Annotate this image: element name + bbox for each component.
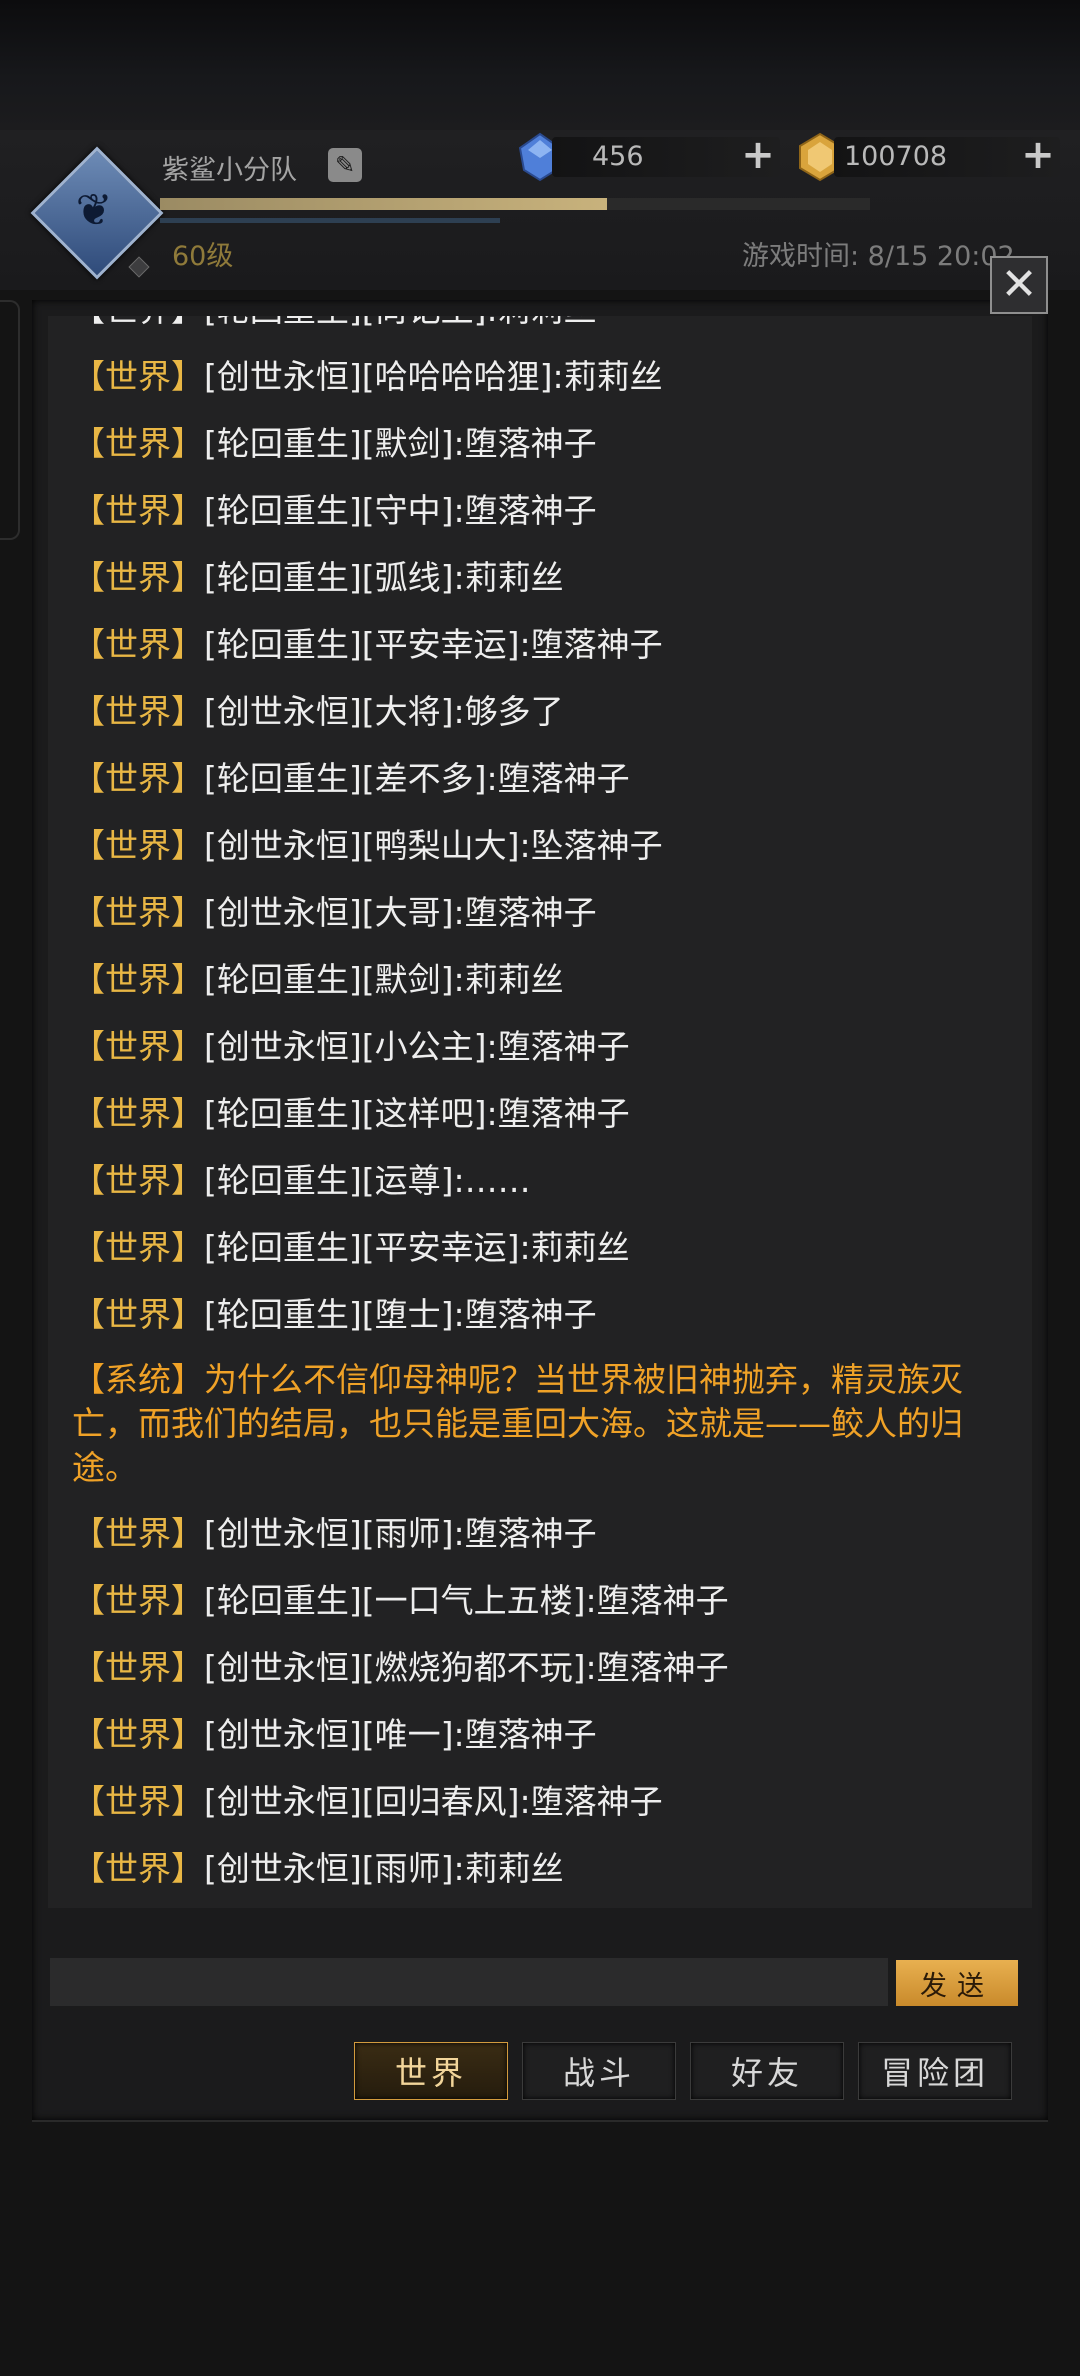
small-diamond-icon — [128, 256, 150, 278]
channel-tag[interactable]: 【世界】 — [72, 1782, 204, 1821]
message-text: [创世永恒][雨师]:莉莉丝 — [204, 1849, 564, 1888]
channel-tag[interactable]: 【世界】 — [72, 558, 204, 597]
channel-tag[interactable]: 【世界】 — [72, 759, 204, 798]
partial-message-text: 【世界】[轮回重生][尚记王]:莉莉丝 — [72, 316, 597, 329]
chat-input[interactable] — [50, 1958, 888, 2006]
message-text: [创世永恒][大哥]:堕落神子 — [204, 893, 597, 932]
team-name: 紫鲨小分队 — [162, 155, 297, 186]
top-background — [0, 0, 1080, 130]
channel-tag[interactable]: 【世界】 — [72, 893, 204, 932]
game-time: 游戏时间: 8/15 20:02 — [742, 241, 1015, 272]
xp-bar-fill — [160, 198, 608, 210]
chat-message: 【世界】[创世永恒][唯一]:堕落神子 — [48, 1701, 1032, 1768]
send-button[interactable]: 发送 — [896, 1960, 1018, 2006]
chat-message: 【世界】[创世永恒][回归春风]:堕落神子 — [48, 1768, 1032, 1835]
chat-log[interactable]: 【世界】[轮回重生][尚记王]:莉莉丝 【世界】[创世永恒][哈哈哈哈狸]:莉莉… — [48, 316, 1032, 1908]
chat-message: 【世界】[创世永恒][鸭梨山大]:坠落神子 — [48, 812, 1032, 879]
chat-message: 【世界】[轮回重生][平安幸运]:莉莉丝 — [48, 1214, 1032, 1281]
add-gold-button[interactable]: + — [1018, 135, 1058, 177]
chat-message: 【世界】[创世永恒][哈哈哈哈狸]:莉莉丝 — [48, 343, 1032, 410]
close-button[interactable]: ✕ — [990, 256, 1048, 314]
side-drawer-handle[interactable] — [0, 300, 20, 540]
chat-message: 【世界】[轮回重生][运尊]:…… — [48, 1147, 1032, 1214]
message-text: [创世永恒][大将]:够多了 — [204, 692, 564, 731]
chat-message: 【世界】[创世永恒][燃烧狗都不玩]:堕落神子 — [48, 1634, 1032, 1701]
message-text: [创世永恒][回归春风]:堕落神子 — [204, 1782, 663, 1821]
message-text: [轮回重生][默剑]:莉莉丝 — [204, 960, 564, 999]
channel-tag[interactable]: 【世界】 — [72, 625, 204, 664]
message-text: [创世永恒][燃烧狗都不玩]:堕落神子 — [204, 1648, 729, 1687]
message-text: [轮回重生][一口气上五楼]:堕落神子 — [204, 1581, 729, 1620]
gold-value: 100708 — [844, 141, 948, 172]
channel-tag[interactable]: 【世界】 — [72, 1228, 204, 1267]
message-text: [创世永恒][哈哈哈哈狸]:莉莉丝 — [204, 357, 663, 396]
channel-tag[interactable]: 【世界】 — [72, 1094, 204, 1133]
close-icon: ✕ — [1000, 259, 1038, 310]
channel-tag[interactable]: 【世界】 — [72, 1715, 204, 1754]
message-text: [创世永恒][唯一]:堕落神子 — [204, 1715, 597, 1754]
chat-message: 【世界】[轮回重生][这样吧]:堕落神子 — [48, 1080, 1032, 1147]
chat-message: 【世界】[创世永恒][雨师]:莉莉丝 — [48, 1835, 1032, 1902]
channel-tag[interactable]: 【世界】 — [72, 1161, 204, 1200]
channel-tag[interactable]: 【世界】 — [72, 826, 204, 865]
chat-message: 【世界】[创世永恒][雨师]:堕落神子 — [48, 1500, 1032, 1567]
gold-counter: 100708 + — [834, 135, 1060, 177]
channel-tag[interactable]: 【世界】 — [72, 1295, 204, 1334]
secondary-bar — [160, 218, 500, 223]
system-message: 【系统】为什么不信仰母神呢？当世界被旧神抛弃，精灵族灭亡，而我们的结局，也只能是… — [72, 1360, 963, 1487]
player-level: 60级 — [172, 241, 234, 272]
chat-message: 【世界】[轮回重生][差不多]:堕落神子 — [48, 745, 1032, 812]
tab-world[interactable]: 世界 — [354, 2042, 508, 2100]
message-text: [创世永恒][鸭梨山大]:坠落神子 — [204, 826, 663, 865]
channel-tag[interactable]: 【世界】 — [72, 692, 204, 731]
message-text: [创世永恒][雨师]:堕落神子 — [204, 1514, 597, 1553]
chat-message: 【世界】[轮回重生][默剑]:莉莉丝 — [48, 946, 1032, 1013]
channel-tag[interactable]: 【世界】 — [72, 1027, 204, 1066]
edit-icon[interactable]: ✎ — [328, 148, 362, 182]
gem-value: 456 — [592, 141, 644, 172]
chat-message: 【世界】[轮回重生][平安幸运]:堕落神子 — [48, 611, 1032, 678]
add-gems-button[interactable]: + — [738, 135, 778, 177]
channel-tag[interactable]: 【世界】 — [72, 491, 204, 530]
chat-message-partial: 【世界】[轮回重生][尚记王]:莉莉丝 — [48, 316, 1032, 343]
tab-friends[interactable]: 好友 — [690, 2042, 844, 2100]
message-text: [轮回重生][这样吧]:堕落神子 — [204, 1094, 630, 1133]
message-text: [创世永恒][小公主]:堕落神子 — [204, 1027, 630, 1066]
message-text: [轮回重生][运尊]:…… — [204, 1161, 531, 1200]
message-text: [轮回重生][平安幸运]:堕落神子 — [204, 625, 663, 664]
channel-tag[interactable]: 【世界】 — [72, 424, 204, 463]
xp-bar — [160, 198, 870, 210]
chat-message: 【世界】[轮回重生][弧线]:莉莉丝 — [48, 544, 1032, 611]
message-text: [轮回重生][默剑]:堕落神子 — [204, 424, 597, 463]
message-text: [轮回重生][堕士]:堕落神子 — [204, 1295, 597, 1334]
chat-message: 【世界】[创世永恒][大将]:够多了 — [48, 678, 1032, 745]
channel-tag[interactable]: 【世界】 — [72, 1648, 204, 1687]
panel-bottom-border — [32, 2120, 1048, 2122]
message-text: [轮回重生][弧线]:莉莉丝 — [204, 558, 564, 597]
chat-message: 【世界】[轮回重生][默剑]:堕落神子 — [48, 410, 1032, 477]
channel-tag[interactable]: 【世界】 — [72, 1581, 204, 1620]
message-text: [轮回重生][差不多]:堕落神子 — [204, 759, 630, 798]
gem-counter: 456 + — [552, 135, 780, 177]
channel-tag[interactable]: 【世界】 — [72, 960, 204, 999]
chat-message: 【世界】[创世永恒][大哥]:堕落神子 — [48, 879, 1032, 946]
tab-battle[interactable]: 战斗 — [522, 2042, 676, 2100]
chat-message: 【世界】[轮回重生][一口气上五楼]:堕落神子 — [48, 1567, 1032, 1634]
chat-message: 【世界】[轮回重生][堕士]:堕落神子 — [48, 1281, 1032, 1348]
message-text: [轮回重生][平安幸运]:莉莉丝 — [204, 1228, 630, 1267]
chat-message: 【世界】[轮回重生][守中]:堕落神子 — [48, 477, 1032, 544]
channel-tag[interactable]: 【世界】 — [72, 357, 204, 396]
tab-adventure-group[interactable]: 冒险团 — [858, 2042, 1012, 2100]
channel-tag[interactable]: 【世界】 — [72, 1849, 204, 1888]
channel-tag[interactable]: 【世界】 — [72, 1514, 204, 1553]
chat-message: 【世界】[创世永恒][小公主]:堕落神子 — [48, 1013, 1032, 1080]
message-text: [轮回重生][守中]:堕落神子 — [204, 491, 597, 530]
